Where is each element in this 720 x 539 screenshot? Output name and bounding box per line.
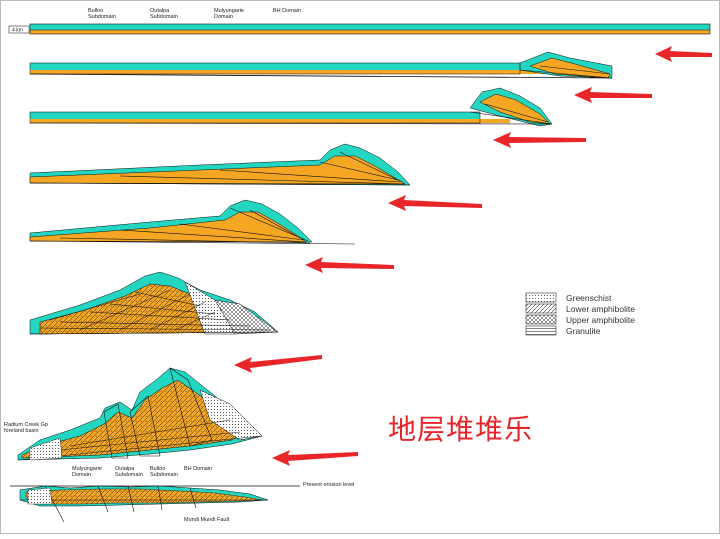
legend-swatch-granulite [525, 325, 557, 336]
stage-8-section [10, 485, 300, 523]
label-outalpa-bottom: Outalpa Subdomain [115, 466, 143, 478]
label-mulyungarie-top: Mulyungarie Domain [214, 8, 244, 20]
label-bulloo-bottom: Bulloo Subdomain [150, 466, 178, 478]
stage-2-section [29, 51, 613, 79]
label-mulyungarie-bottom: Mulyungarie Domain [72, 466, 102, 478]
arrow-2 [574, 87, 652, 103]
stage-5-section [29, 199, 356, 245]
label-bh-bottom: BH Domain [184, 466, 213, 472]
label-bh-top: BH Domain [273, 8, 302, 14]
stacking-diagram: 4 km [0, 0, 720, 534]
label-outalpa-top: Outalpa Subdomain [150, 8, 178, 20]
arrow-5 [305, 257, 394, 273]
scale-bar: 4 km [8, 25, 30, 34]
legend-label-greenschist: Greenschist [566, 293, 612, 303]
arrow-6 [234, 355, 322, 373]
scale-label: 4 km [12, 28, 23, 34]
stage-7-section [17, 367, 263, 461]
legend-label-lower-amphibolite: Lower amphibolite [566, 304, 635, 314]
stage-4-section [29, 143, 411, 186]
label-radium-creek: Radium Creek Gp foreland basin [4, 422, 49, 434]
diagram-title: 地层堆堆乐 [388, 413, 534, 446]
diagram-stage: 4 km Bulloo Subdomain Outalpa Subdomain … [0, 0, 720, 534]
legend-label-upper-amphibolite: Upper amphibolite [566, 315, 635, 325]
stage-1-section [29, 23, 711, 35]
legend-swatch-greenschist [525, 292, 557, 303]
stage-3-section [29, 87, 553, 127]
legend-swatch-upper-amphibolite [525, 314, 557, 325]
label-mundi-fault: Mundi Mundi Fault [184, 517, 230, 523]
stage-6-section [29, 271, 279, 335]
arrow-7 [272, 450, 358, 466]
legend [525, 292, 557, 336]
arrow-4 [388, 195, 482, 211]
label-bulloo-top: Bulloo Subdomain [88, 8, 116, 20]
arrow-1 [655, 46, 712, 62]
legend-swatch-lower-amphibolite [525, 303, 557, 314]
arrow-3 [493, 132, 586, 148]
legend-label-granulite: Granulite [566, 326, 601, 336]
label-erosion-level: Present erosion level [303, 482, 355, 488]
